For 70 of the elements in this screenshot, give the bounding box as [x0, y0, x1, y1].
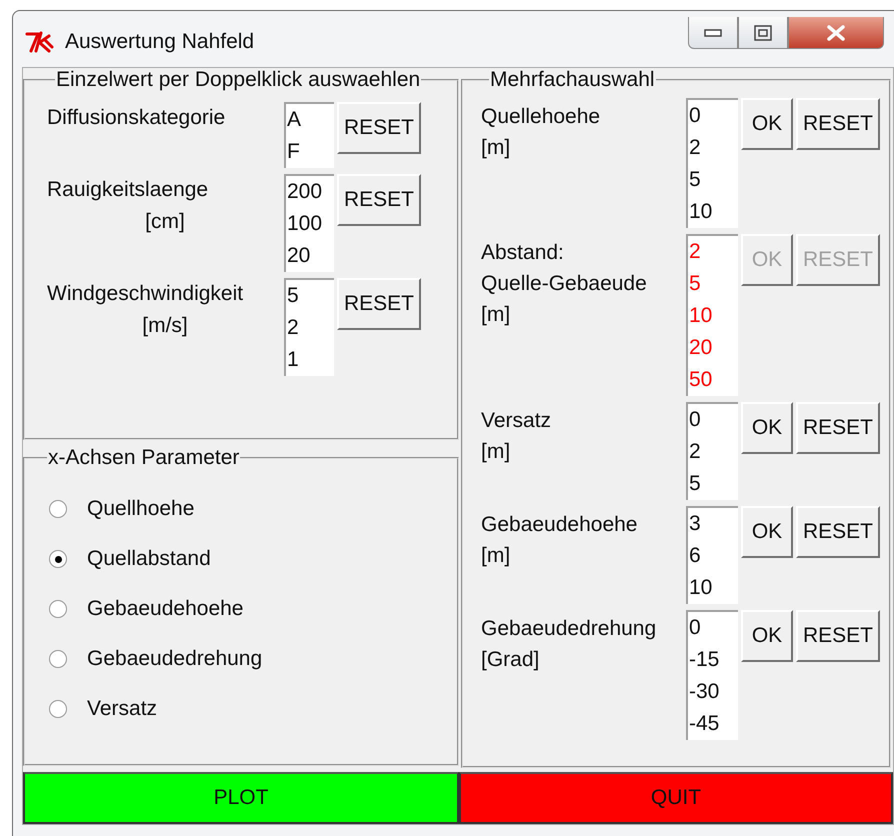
- list-item[interactable]: 10: [688, 196, 738, 228]
- parameter-label: Rauigkeitslaenge [cm]: [47, 177, 210, 235]
- ok-button[interactable]: OK: [741, 402, 793, 454]
- list-item[interactable]: 5: [286, 280, 334, 312]
- list-box[interactable]: 0 -15 -30 -45: [686, 610, 738, 740]
- reset-button[interactable]: RESET: [796, 98, 880, 150]
- reset-button[interactable]: RESET: [796, 610, 880, 662]
- radio-button[interactable]: [49, 600, 67, 618]
- list-item[interactable]: 20: [286, 240, 334, 272]
- ok-button[interactable]: OK: [741, 506, 793, 558]
- list-item[interactable]: 0: [688, 100, 738, 132]
- list-item[interactable]: F: [286, 136, 334, 168]
- window-title: Auswertung Nahfeld: [65, 30, 254, 54]
- ok-button[interactable]: OK: [741, 610, 793, 662]
- parameter-label: Gebaeudedrehung [Grad]: [481, 616, 658, 673]
- radio-button[interactable]: [49, 650, 67, 668]
- radio-label: Quellhoehe: [87, 497, 194, 521]
- close-icon: [825, 24, 847, 40]
- frame-title: x-Achsen Parameter: [47, 446, 240, 470]
- parameter-label: Versatz [m]: [481, 408, 552, 465]
- list-item[interactable]: 2: [688, 436, 738, 468]
- list-box[interactable]: 5 2 1: [284, 278, 334, 376]
- list-item[interactable]: 3: [688, 508, 738, 540]
- maximize-button[interactable]: [738, 17, 788, 49]
- list-box[interactable]: 200 100 20: [284, 174, 334, 272]
- reset-button[interactable]: RESET: [337, 278, 421, 330]
- parameter-label: Gebaeudehoehe [m]: [481, 512, 638, 569]
- reset-button[interactable]: RESET: [337, 102, 421, 154]
- minimize-button[interactable]: [688, 17, 738, 49]
- radio-label: Gebaeudehoehe: [87, 597, 244, 621]
- radio-label: Quellabstand: [87, 547, 211, 571]
- restore-icon: [754, 24, 772, 40]
- list-item[interactable]: 100: [286, 208, 334, 240]
- frame-title: Einzelwert per Doppelklick auswaehlen: [55, 68, 422, 92]
- list-item[interactable]: -15: [688, 644, 738, 676]
- list-item[interactable]: 0: [688, 404, 738, 436]
- parameter-label: Quellehoehe [m]: [481, 104, 602, 161]
- list-item[interactable]: -30: [688, 676, 738, 708]
- list-item[interactable]: 0: [688, 612, 738, 644]
- reset-button[interactable]: RESET: [796, 506, 880, 558]
- list-item[interactable]: A: [286, 104, 334, 136]
- list-item[interactable]: 5: [688, 468, 738, 500]
- list-item[interactable]: 10: [688, 572, 738, 604]
- radio-button[interactable]: [49, 550, 67, 568]
- list-item[interactable]: 5: [688, 164, 738, 196]
- radio-button[interactable]: [49, 500, 67, 518]
- list-box[interactable]: 0 2 5: [686, 402, 738, 500]
- radio-label: Gebaeudedrehung: [87, 647, 262, 671]
- list-item[interactable]: 200: [286, 176, 334, 208]
- parameter-label: Diffusionskategorie: [47, 105, 226, 131]
- list-item[interactable]: 2: [688, 132, 738, 164]
- close-button[interactable]: [788, 17, 884, 49]
- list-box[interactable]: 3 6 10: [686, 506, 738, 604]
- reset-button[interactable]: RESET: [337, 174, 421, 226]
- quit-button[interactable]: QUIT: [459, 772, 893, 824]
- radio-label: Versatz: [87, 697, 158, 721]
- frame-title: Mehrfachauswahl: [489, 68, 656, 92]
- minimize-icon: [704, 28, 722, 36]
- radio-button[interactable]: [49, 700, 67, 718]
- list-item[interactable]: 1: [286, 344, 334, 376]
- parameter-label: Abstand: Quelle-Gebaeude [m]: [481, 240, 648, 328]
- plot-button[interactable]: PLOT: [23, 772, 459, 824]
- ok-button[interactable]: OK: [741, 98, 793, 150]
- list-item[interactable]: -45: [688, 708, 738, 740]
- list-item[interactable]: 2: [286, 312, 334, 344]
- reset-button[interactable]: RESET: [796, 402, 880, 454]
- parameter-label: Windgeschwindigkeit [m/s]: [47, 281, 244, 339]
- list-box[interactable]: 0 2 5 10: [686, 98, 738, 228]
- list-box[interactable]: A F: [284, 102, 334, 168]
- list-item[interactable]: 6: [688, 540, 738, 572]
